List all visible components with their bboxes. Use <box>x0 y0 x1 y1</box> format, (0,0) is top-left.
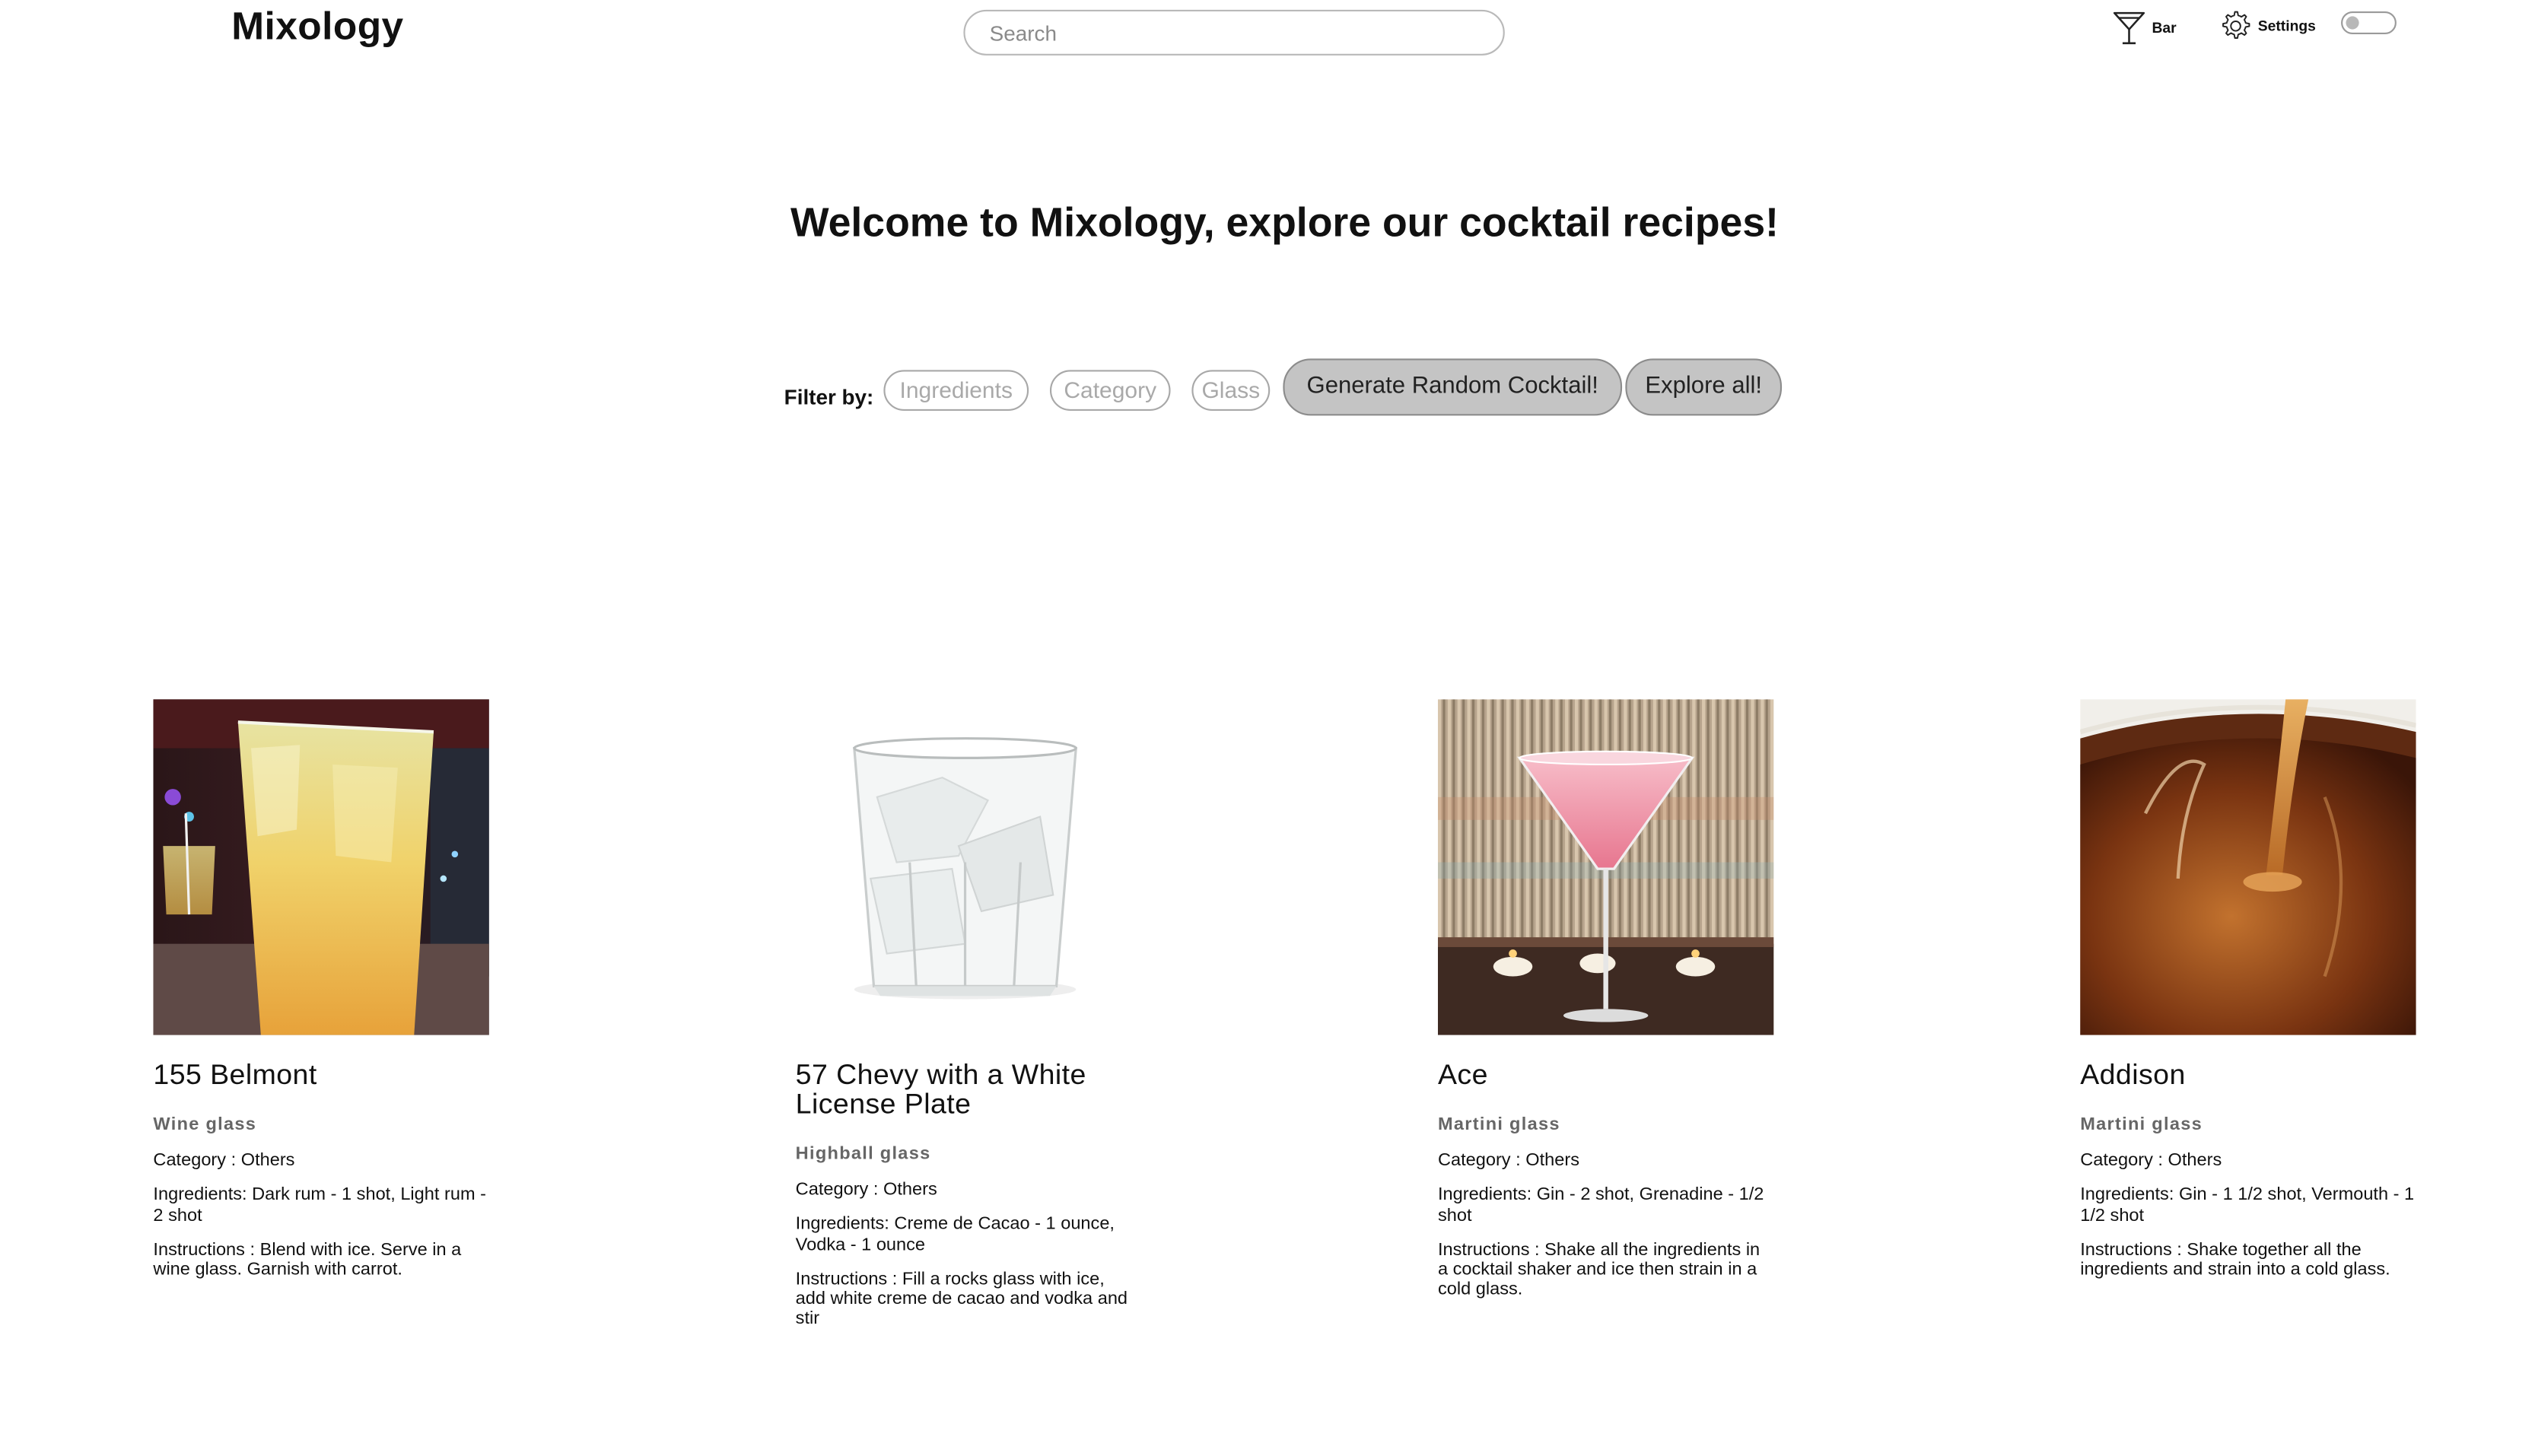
cocktail-ingredients: Ingredients: Dark rum - 1 shot, Light ru… <box>153 1185 486 1226</box>
cocktail-instructions: Instructions : Shake together all the in… <box>2080 1240 2390 1280</box>
cocktail-name: Ace <box>1437 1057 1488 1091</box>
cocktail-card[interactable]: Addison Martini glass Category : Others … <box>2080 699 2416 1280</box>
cocktail-ingredients: Ingredients: Creme de Cacao - 1 ounce, V… <box>795 1215 1115 1255</box>
toggle-knob <box>2346 16 2359 30</box>
cocktail-instructions: Instructions : Shake all the ingredients… <box>1437 1240 1761 1300</box>
filter-label: Filter by: <box>784 384 874 409</box>
nav-settings-label: Settings <box>2257 17 2316 34</box>
cocktail-glass: Highball glass <box>795 1144 931 1164</box>
cocktail-category: Category : Others <box>153 1150 295 1171</box>
page: Mixology Bar Settings Welcome to Mixolog… <box>0 0 2535 1456</box>
cocktail-category: Category : Others <box>2080 1150 2222 1171</box>
cocktail-name: Addison <box>2080 1057 2186 1091</box>
cocktail-category: Category : Others <box>795 1180 937 1200</box>
cocktail-instructions: Instructions : Blend with ice. Serve in … <box>153 1240 462 1280</box>
cocktail-card[interactable]: 57 Chevy with a White License Plate High… <box>795 699 1132 1330</box>
filter-chip-glass[interactable]: Glass <box>1191 370 1271 411</box>
cocktail-image[interactable] <box>2080 699 2416 1035</box>
filter-chip-category[interactable]: Category <box>1049 370 1171 411</box>
search-input[interactable] <box>963 9 1505 56</box>
cocktail-image[interactable] <box>795 699 1132 1035</box>
theme-toggle[interactable] <box>2341 11 2397 34</box>
cocktail-instructions: Instructions : Fill a rocks glass with i… <box>795 1270 1128 1330</box>
random-cocktail-button[interactable]: Generate Random Cocktail! <box>1283 358 1623 416</box>
filter-chip-ingredients[interactable]: Ingredients <box>883 370 1029 411</box>
brand-logo[interactable]: Mixology <box>231 5 403 50</box>
cocktail-glass: Martini glass <box>1437 1114 1560 1135</box>
page-title: Welcome to Mixology, explore our cocktai… <box>790 200 1779 246</box>
cocktail-glass: Martini glass <box>2080 1114 2203 1135</box>
nav-settings-link[interactable]: Settings <box>2217 8 2316 44</box>
cocktail-ingredients: Ingredients: Gin - 1 1/2 shot, Vermouth … <box>2080 1185 2415 1226</box>
cocktail-name: 155 Belmont <box>153 1057 317 1091</box>
cocktail-category: Category : Others <box>1437 1150 1580 1171</box>
cocktail-glass-icon <box>2113 11 2145 45</box>
cocktail-image[interactable] <box>153 699 489 1035</box>
nav-bar-link[interactable]: Bar <box>2111 10 2177 46</box>
cocktail-image[interactable] <box>1437 699 1774 1035</box>
cocktail-name: 57 Chevy with a White License Plate <box>795 1057 1086 1121</box>
gear-icon <box>2222 11 2250 39</box>
explore-all-button[interactable]: Explore all! <box>1625 358 1783 416</box>
cocktail-glass: Wine glass <box>153 1114 257 1135</box>
cocktail-ingredients: Ingredients: Gin - 2 shot, Grenadine - 1… <box>1437 1185 1764 1226</box>
cocktail-card[interactable]: 155 Belmont Wine glass Category : Others… <box>153 699 489 1280</box>
nav-bar-label: Bar <box>2152 19 2177 37</box>
cocktail-card[interactable]: Ace Martini glass Category : Others Ingr… <box>1437 699 1774 1300</box>
